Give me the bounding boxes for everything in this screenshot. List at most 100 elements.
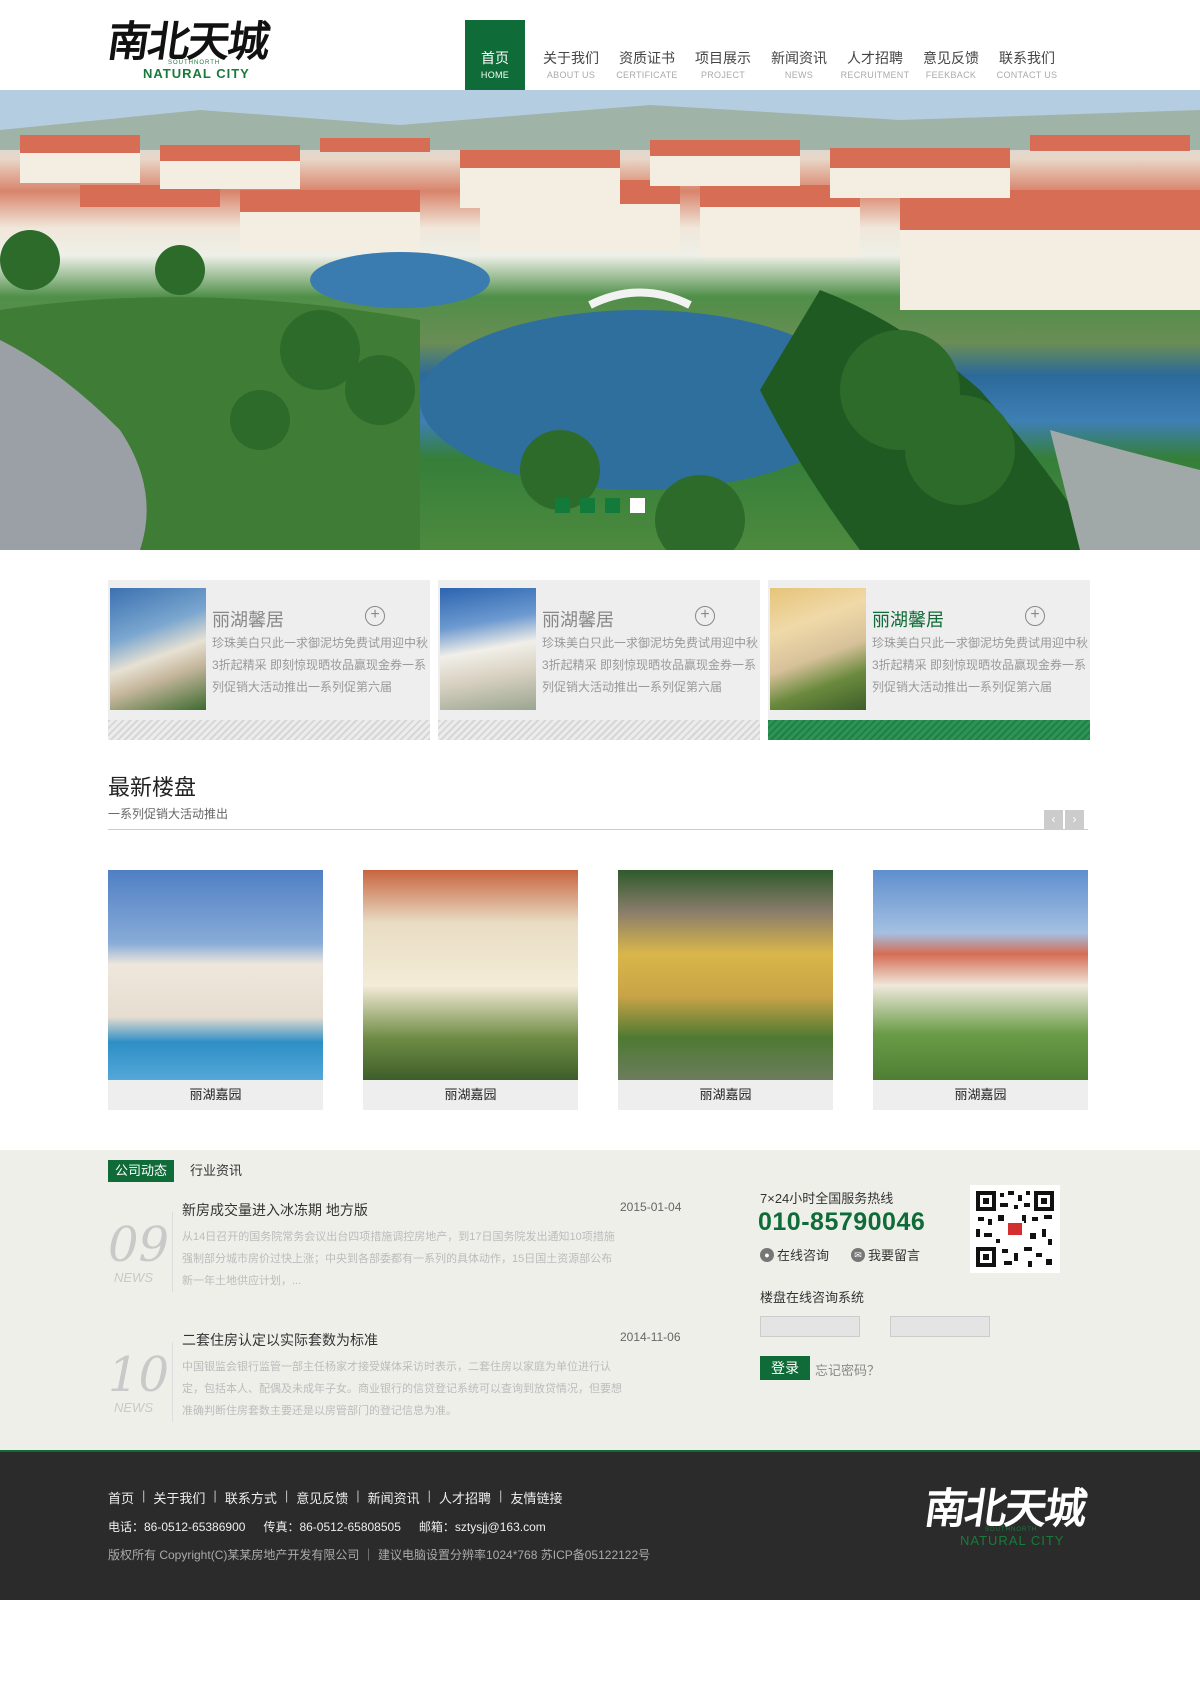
news-divider bbox=[172, 1342, 173, 1422]
footer-link-news[interactable]: 新闻资讯 bbox=[368, 1488, 420, 1507]
nav-item-certificate[interactable]: 资质证书 CERTIFICATE bbox=[609, 20, 685, 90]
nav-label: 关于我们 bbox=[543, 50, 599, 66]
nav-item-recruitment[interactable]: 人才招聘 RECRUITMENT bbox=[837, 20, 913, 90]
forgot-password-link[interactable]: 忘记密码？ bbox=[815, 1360, 880, 1379]
feature-title: 丽湖馨居 bbox=[212, 610, 284, 630]
news-date: 2014-11-06 bbox=[620, 1330, 681, 1344]
feature-stripe bbox=[438, 720, 760, 740]
nav-label: 意见反馈 bbox=[923, 50, 979, 66]
property-card[interactable]: 丽湖嘉园 bbox=[363, 870, 578, 1110]
nav-sublabel: ABOUT US bbox=[546, 70, 596, 80]
hotline-label: 7×24小时全国服务热线 bbox=[760, 1191, 894, 1206]
person-icon: ● bbox=[760, 1247, 774, 1262]
nav-item-home[interactable]: 首页 HOME bbox=[465, 20, 525, 90]
news-summary: 中国银监会银行监管一部主任杨家才接受媒体采访时表示，二套住房以家庭为单位进行认定… bbox=[182, 1361, 622, 1417]
logo-chinese: 南北天城 bbox=[104, 17, 272, 66]
news-item: 10 NEWS 二套住房认定以实际套数为标准 2014-11-06 中国银监会银… bbox=[108, 1330, 698, 1440]
footer-logo: 南北天城 SOUTHNORTH NATURAL CITY bbox=[922, 1484, 1095, 1548]
property-image bbox=[873, 870, 1088, 1080]
feature-image bbox=[440, 588, 536, 710]
nav-sublabel: NEWS bbox=[784, 70, 814, 80]
feature-description: 珍珠美白只此一求御泥坊免费试用迎中秋3折起精采 即刻惊现晒妆品赢现金券一系列促销… bbox=[542, 636, 759, 694]
feature-image bbox=[770, 588, 866, 710]
carousel-arrows: ‹ › bbox=[1044, 810, 1084, 829]
username-input[interactable] bbox=[760, 1316, 860, 1337]
property-card[interactable]: 丽湖嘉园 bbox=[618, 870, 833, 1110]
section-divider bbox=[108, 829, 1088, 830]
nav-sublabel: CERTIFICATE bbox=[616, 70, 678, 80]
login-button[interactable]: 登录 bbox=[760, 1356, 810, 1380]
nav-label: 项目展示 bbox=[695, 50, 751, 66]
footer-link-friends[interactable]: 友情链接 bbox=[510, 1488, 562, 1507]
separator: | bbox=[499, 1488, 503, 1503]
footer: 首页 | 关于我们 | 联系方式 | 意见反馈 | 新闻资讯 | 人才招聘 | 友情链接 电… bbox=[0, 1450, 1200, 1600]
feature-stripe bbox=[108, 720, 430, 740]
news-day: 10 bbox=[108, 1347, 170, 1403]
feature-description: 珍珠美白只此一求御泥坊免费试用迎中秋3折起精采 即刻惊现晒妆品赢现金券一系列促销… bbox=[872, 636, 1089, 694]
feature-image bbox=[110, 588, 206, 710]
plus-icon[interactable]: + bbox=[1025, 606, 1045, 626]
message-icon: ✉ bbox=[851, 1247, 866, 1262]
nav-sublabel: RECRUITMENT bbox=[840, 70, 910, 80]
property-list: 丽湖嘉园 丽湖嘉园 丽湖嘉园 丽湖嘉园 bbox=[108, 870, 1090, 1110]
slider-dots bbox=[555, 498, 645, 513]
property-card[interactable]: 丽湖嘉园 bbox=[108, 870, 323, 1110]
footer-contact: 电话：86-0512-65386900 传真：86-0512-65808505 … bbox=[108, 1518, 546, 1535]
page: 南北天城 SOUTHNORTH NATURAL CITY 首页 HOME 关于我… bbox=[0, 0, 1200, 1700]
plus-icon[interactable]: + bbox=[695, 606, 715, 626]
footer-link-recruitment[interactable]: 人才招聘 bbox=[439, 1488, 491, 1507]
property-label: 丽湖嘉园 bbox=[954, 1087, 1007, 1102]
footer-link-about[interactable]: 关于我们 bbox=[153, 1488, 205, 1507]
feature-description: 珍珠美白只此一求御泥坊免费试用迎中秋3折起精采 即刻惊现晒妆品赢现金券一系列促销… bbox=[212, 636, 429, 694]
property-image bbox=[618, 870, 833, 1080]
footer-link-contact[interactable]: 联系方式 bbox=[225, 1488, 277, 1507]
header: 南北天城 SOUTHNORTH NATURAL CITY 首页 HOME 关于我… bbox=[0, 0, 1200, 90]
news-title-link[interactable]: 新房成交量进入冰冻期 地方版 bbox=[182, 1200, 368, 1220]
footer-link-home[interactable]: 首页 bbox=[108, 1488, 134, 1507]
property-image bbox=[363, 870, 578, 1080]
leave-message-label: 我要留言 bbox=[868, 1248, 921, 1263]
slider-dot[interactable] bbox=[580, 498, 595, 513]
nav-item-news[interactable]: 新闻资讯 NEWS bbox=[761, 20, 837, 90]
news-day-label: NEWS bbox=[114, 1400, 153, 1415]
feature-card-active[interactable]: 丽湖馨居 + 珍珠美白只此一求御泥坊免费试用迎中秋3折起精采 即刻惊现晒妆品赢现… bbox=[768, 580, 1090, 740]
tab-company-news[interactable]: 公司动态 bbox=[108, 1160, 175, 1182]
slider-dot-active[interactable] bbox=[630, 498, 645, 513]
slider-dot[interactable] bbox=[605, 498, 620, 513]
nav-label: 人才招聘 bbox=[847, 50, 903, 66]
slider-dot[interactable] bbox=[555, 498, 570, 513]
nav-label: 新闻资讯 bbox=[771, 50, 827, 66]
feature-cards: 丽湖馨居 + 珍珠美白只此一求御泥坊免费试用迎中秋3折起精采 即刻惊现晒妆品赢现… bbox=[108, 580, 1090, 740]
password-input[interactable] bbox=[890, 1316, 990, 1337]
leave-message-link[interactable]: ✉ 我要留言 bbox=[851, 1245, 920, 1264]
logo[interactable]: 南北天城 SOUTHNORTH NATURAL CITY bbox=[104, 17, 278, 81]
nav-item-about[interactable]: 关于我们 ABOUT US bbox=[533, 20, 609, 90]
nav-item-project[interactable]: 项目展示 PROJECT bbox=[685, 20, 761, 90]
online-consult-link[interactable]: ● 在线咨询 bbox=[760, 1245, 829, 1264]
nav-sublabel: FEEKBACK bbox=[925, 70, 977, 80]
feature-title: 丽湖馨居 bbox=[542, 610, 614, 630]
news-title-link[interactable]: 二套住房认定以实际套数为标准 bbox=[182, 1330, 378, 1350]
next-arrow-icon[interactable]: › bbox=[1065, 810, 1084, 829]
footer-fax: 传真：86-0512-65808505 bbox=[263, 1520, 401, 1534]
nav-label: 联系我们 bbox=[999, 50, 1055, 66]
property-label: 丽湖嘉园 bbox=[699, 1087, 752, 1102]
service-links: ● 在线咨询 ✉ 我要留言 bbox=[760, 1245, 920, 1264]
news-date: 2015-01-04 bbox=[620, 1200, 682, 1214]
footer-link-feedback[interactable]: 意见反馈 bbox=[296, 1488, 348, 1507]
consult-system-title: 楼盘在线咨询系统 bbox=[760, 1290, 865, 1305]
separator: | bbox=[284, 1488, 289, 1503]
prev-arrow-icon[interactable]: ‹ bbox=[1044, 810, 1063, 829]
nav-item-contact[interactable]: 联系我们 CONTACT US bbox=[989, 20, 1065, 90]
feature-card[interactable]: 丽湖馨居 + 珍珠美白只此一求御泥坊免费试用迎中秋3折起精采 即刻惊现晒妆品赢现… bbox=[438, 580, 760, 740]
separator: | bbox=[142, 1488, 146, 1503]
tab-industry-news[interactable]: 行业资讯 bbox=[190, 1160, 242, 1182]
plus-icon[interactable]: + bbox=[365, 606, 385, 626]
nav-item-feedback[interactable]: 意见反馈 FEEKBACK bbox=[913, 20, 989, 90]
property-card[interactable]: 丽湖嘉园 bbox=[873, 870, 1088, 1110]
feature-card[interactable]: 丽湖馨居 + 珍珠美白只此一求御泥坊免费试用迎中秋3折起精采 即刻惊现晒妆品赢现… bbox=[108, 580, 430, 740]
hero-banner bbox=[0, 90, 1200, 550]
online-consult-label: 在线咨询 bbox=[777, 1248, 830, 1263]
property-label: 丽湖嘉园 bbox=[189, 1087, 242, 1102]
separator: | bbox=[213, 1488, 217, 1503]
